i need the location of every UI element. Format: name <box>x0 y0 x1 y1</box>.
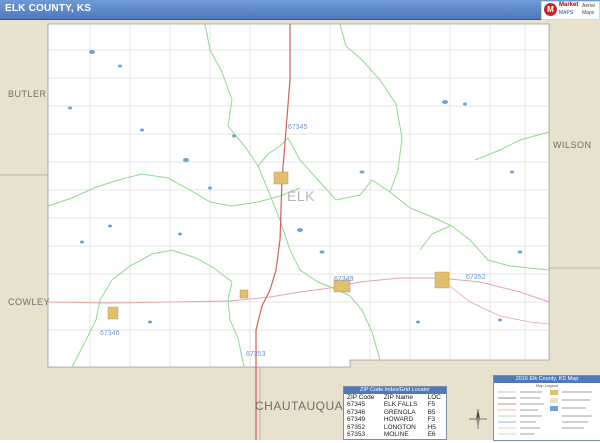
zip-loc-cell: F3 <box>427 416 436 424</box>
zip-col-name: ZIP Name <box>383 394 413 401</box>
zip-loc-cell: H5 <box>427 423 436 431</box>
table-row: 67353 MOLINE E6 <box>344 431 446 438</box>
zip-label-67345: 67345 <box>288 124 308 131</box>
zip-label-67349: 67349 <box>334 276 354 283</box>
zip-table-heading: ZIP Code Index/Grid Locator <box>344 387 446 394</box>
zip-col-loc: LOC <box>427 394 441 401</box>
zip-index-table: ZIP Code Index/Grid Locator ZIP Code ZIP… <box>343 386 447 440</box>
zip-name-cell: ELK FALLS <box>383 401 418 409</box>
neighbor-label-chautauqua: CHAUTAUQUA <box>255 399 344 413</box>
town-howard <box>273 171 289 185</box>
legend-heading: 2016 Elk County, KS Map <box>494 376 600 383</box>
zip-name-cell: LONGTON <box>383 423 416 431</box>
map-legend: 2016 Elk County, KS Map Map Legend <box>493 375 600 441</box>
table-row: 67345 ELK FALLS F5 <box>344 401 446 408</box>
zip-name-cell: MOLINE <box>383 431 409 439</box>
zip-name-cell: HOWARD <box>383 416 414 424</box>
zip-loc-cell: F5 <box>427 401 436 409</box>
zip-label-67352: 67352 <box>466 274 486 281</box>
town-longton <box>434 271 450 289</box>
map-title: ELK COUNTY, KS <box>5 3 92 14</box>
logo-text-4: Maps <box>582 10 595 16</box>
zip-loc-cell: E6 <box>427 431 436 439</box>
table-row: 67346 GRENOLA B5 <box>344 409 446 416</box>
logo-text-1: Market <box>559 2 579 8</box>
neighbor-label-butler: BUTLER <box>8 89 47 99</box>
zip-code-cell: 67353 <box>347 431 366 439</box>
neighbor-label-wilson: WILSON <box>553 140 592 150</box>
zip-label-67346: 67346 <box>100 330 120 337</box>
neighbor-label-cowley: COWLEY <box>8 297 51 307</box>
zip-table-grid: ZIP Code ZIP Name LOC 67345 ELK FALLS F5… <box>344 394 446 438</box>
zip-code-cell: 67345 <box>347 401 366 409</box>
zip-name-cell: GRENOLA <box>383 408 416 416</box>
logo-text-2: MAPS <box>559 10 574 16</box>
compass-icon <box>469 409 487 429</box>
table-row: 67349 HOWARD F3 <box>344 416 446 423</box>
legend-symbols <box>498 390 592 435</box>
table-row: 67352 LONGTON H5 <box>344 424 446 431</box>
zip-code-cell: 67346 <box>347 408 366 416</box>
county-label: ELK <box>287 188 315 204</box>
zip-label-67353: 67353 <box>246 351 266 358</box>
zip-code-cell: 67349 <box>347 416 366 424</box>
title-bar: ELK COUNTY, KS M Market MAPS Aerial Maps <box>0 0 600 20</box>
zip-code-cell: 67352 <box>347 423 366 431</box>
zip-col-code: ZIP Code <box>347 394 375 401</box>
town-grenola <box>239 289 249 299</box>
town-moline <box>107 306 119 320</box>
zip-loc-cell: B5 <box>427 408 436 416</box>
logo-mark: M <box>544 3 557 16</box>
logo-text-3: Aerial <box>582 3 595 9</box>
publisher-logo: M Market MAPS Aerial Maps <box>541 1 600 20</box>
